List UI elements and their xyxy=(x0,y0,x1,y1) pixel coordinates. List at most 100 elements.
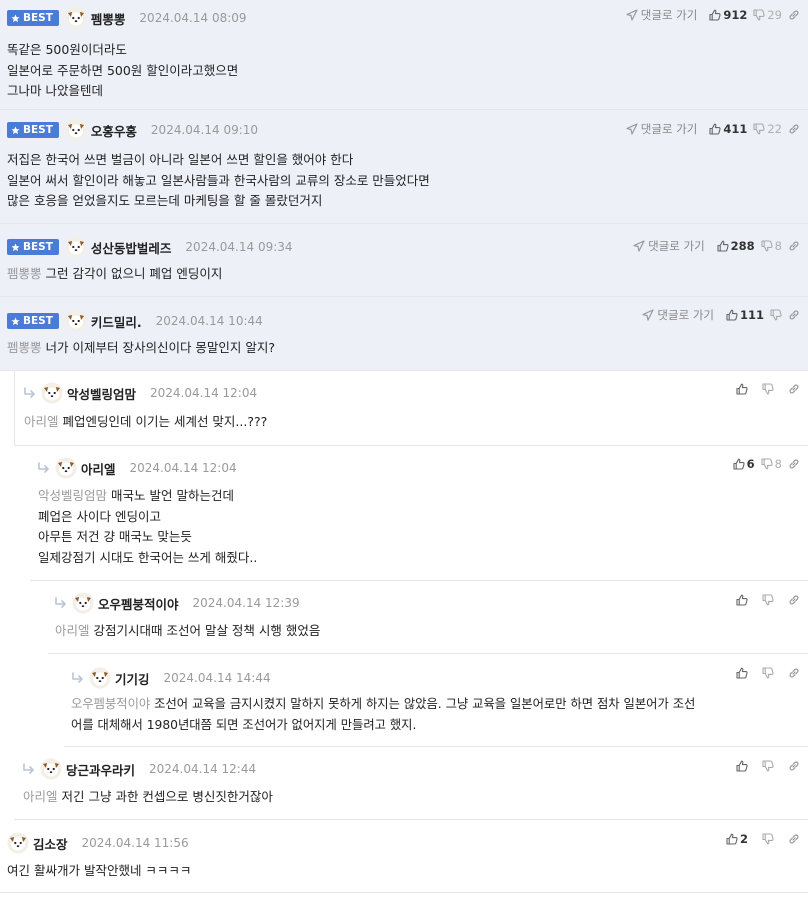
comment-date: 2024.04.14 09:34 xyxy=(185,240,293,254)
mention-tag[interactable]: 오우펨붕적이야 xyxy=(71,697,150,711)
comment-best-2: BEST 오홍우홍 2024.04.14 09:10 댓글로 가기 411 22… xyxy=(0,110,808,224)
mention-tag[interactable]: 펨뽕뽕 xyxy=(7,340,42,355)
comment-line: 저집은 한국어 쓰면 벌금이 아니라 일본어 쓰면 할인을 했어야 한다 xyxy=(7,152,354,167)
comment-actions: 6 8 xyxy=(733,449,800,479)
mention-tag[interactable]: 악성벨링엄맘 xyxy=(38,488,107,503)
link-button[interactable] xyxy=(788,240,800,252)
dog-avatar-icon[interactable] xyxy=(55,457,77,479)
nickname[interactable]: 당근과우라키 xyxy=(66,760,135,779)
comment-line: 그나마 나았을텐데 xyxy=(7,83,103,98)
like-button[interactable] xyxy=(736,667,748,679)
thumb-down-icon xyxy=(762,383,774,395)
reply-comment: 기기깅 2024.04.14 14:44 오우펨붕적이야 조선어 교육을 금지시… xyxy=(64,654,808,747)
nickname[interactable]: 김소장 xyxy=(33,834,68,853)
thumb-down-icon xyxy=(762,760,774,772)
go-to-reply-link[interactable]: 댓글로 가기 xyxy=(626,7,697,23)
nickname[interactable]: 악성벨링엄맘 xyxy=(67,384,136,403)
dislike-button[interactable] xyxy=(762,594,774,606)
link-button[interactable] xyxy=(788,383,800,395)
dislike-button[interactable]: 22 xyxy=(753,122,782,136)
thumb-up-icon xyxy=(709,123,721,135)
mention-tag[interactable]: 아리엘 xyxy=(24,414,59,429)
link-button[interactable] xyxy=(788,9,800,21)
mention-tag[interactable]: 아리엘 xyxy=(55,623,90,638)
link-button[interactable] xyxy=(788,760,800,772)
nickname[interactable]: 펨뽕뽕 xyxy=(91,9,126,28)
like-button[interactable] xyxy=(736,383,748,395)
link-button[interactable] xyxy=(788,833,800,845)
thumb-up-icon xyxy=(733,458,745,470)
thumb-up-icon xyxy=(726,309,738,321)
like-button[interactable]: 912 xyxy=(709,8,747,22)
go-to-reply-link[interactable]: 댓글로 가기 xyxy=(626,121,697,137)
like-button[interactable]: 6 xyxy=(733,457,755,471)
comment-date: 2024.04.14 12:39 xyxy=(192,596,300,610)
reply-arrow-icon xyxy=(54,597,68,609)
dog-avatar-icon[interactable] xyxy=(40,758,62,780)
nickname[interactable]: 키드밀리. xyxy=(91,312,142,331)
comment-body: 펨뽕뽕 그런 감각이 없으니 폐업 엔딩이지 xyxy=(7,264,798,285)
thumb-up-icon xyxy=(736,383,748,395)
reply-comment: 악성벨링엄맘 2024.04.14 12:04 아리엘 폐업엔딩인데 이기는 세… xyxy=(14,371,808,446)
nickname[interactable]: 아리엘 xyxy=(81,459,116,478)
comment-body: 오우펨붕적이야 조선어 교육을 금지시켰지 말하지 못하게 하지는 않았음. 그… xyxy=(71,694,798,736)
comment-text: 여긴 활싸개가 발작안했네 ㅋㅋㅋㅋ xyxy=(7,863,192,878)
dislike-button[interactable]: 8 xyxy=(761,457,782,471)
paper-plane-icon xyxy=(626,123,638,135)
link-button[interactable] xyxy=(788,309,800,321)
comment-text: 저긴 그냥 과한 컨셉으로 병신짓한거잖아 xyxy=(61,789,273,804)
dog-avatar-icon[interactable] xyxy=(72,592,94,614)
go-to-reply-link[interactable]: 댓글로 가기 xyxy=(633,238,705,254)
comment-date: 2024.04.14 10:44 xyxy=(155,314,263,328)
comment-body: 아리엘 저긴 그냥 과한 컨셉으로 병신짓한거잖아 xyxy=(23,787,798,808)
comment-body: 악성벨링엄맘 매국노 발언 말하는건데 폐업은 사이다 엔딩이고 아무튼 저건 … xyxy=(38,486,798,568)
dislike-button[interactable] xyxy=(762,667,774,679)
thumb-down-icon xyxy=(761,240,773,252)
dislike-button[interactable] xyxy=(762,383,774,395)
comment-text: 너가 이제부터 장사의신이다 몽말인지 알지? xyxy=(45,340,276,355)
like-button[interactable]: 288 xyxy=(717,239,755,253)
dog-avatar-icon[interactable] xyxy=(41,382,63,404)
like-button[interactable] xyxy=(736,760,748,772)
dislike-button[interactable]: 29 xyxy=(753,8,782,22)
nickname[interactable]: 기기깅 xyxy=(115,669,150,688)
thumb-up-icon xyxy=(736,594,748,606)
comment-best-3: BEST 성산동밥벌레즈 2024.04.14 09:34 댓글로 가기 288… xyxy=(0,224,808,297)
comment-line: 일본어 써서 할인이라 해놓고 일본사람들과 한국사람의 교류의 장소로 만들었… xyxy=(7,172,430,188)
dog-avatar-icon[interactable] xyxy=(65,119,87,141)
like-button[interactable]: 111 xyxy=(726,308,764,322)
like-button[interactable] xyxy=(736,594,748,606)
comment-date: 2024.04.14 09:10 xyxy=(150,123,259,137)
thumb-up-icon xyxy=(736,760,748,772)
star-icon xyxy=(11,126,20,135)
dislike-button[interactable] xyxy=(770,309,782,321)
like-button[interactable]: 411 xyxy=(709,122,747,136)
comment-body: 아리엘 폐업엔딩인데 이기는 세계선 맞지...??? xyxy=(24,412,798,433)
nickname[interactable]: 오우펨붕적이야 xyxy=(98,594,179,613)
like-button[interactable]: 2 xyxy=(726,832,748,846)
dislike-button[interactable]: 8 xyxy=(761,239,782,253)
dog-avatar-icon[interactable] xyxy=(89,667,111,689)
link-button[interactable] xyxy=(788,594,800,606)
nickname[interactable]: 오홍우홍 xyxy=(91,121,137,140)
thumb-down-icon xyxy=(762,594,774,606)
comment: 김소장 2024.04.14 11:56 2 여긴 활싸개가 발작안했네 ㅋㅋㅋ… xyxy=(0,820,808,893)
dog-avatar-icon[interactable] xyxy=(65,236,87,258)
link-icon xyxy=(788,760,800,772)
go-to-reply-link[interactable]: 댓글로 가기 xyxy=(642,307,714,323)
thumb-down-icon xyxy=(762,667,774,679)
mention-tag[interactable]: 아리엘 xyxy=(23,789,58,804)
comment-line: 많은 호응을 얻었을지도 모르는데 마케팅을 할 줄 몰랐던거지 xyxy=(7,193,323,208)
dog-avatar-icon[interactable] xyxy=(65,310,87,332)
mention-tag[interactable]: 펨뽕뽕 xyxy=(7,266,42,281)
nickname[interactable]: 성산동밥벌레즈 xyxy=(91,238,172,257)
comment-best-4: BEST 키드밀리. 2024.04.14 10:44 댓글로 가기 111 펨… xyxy=(0,297,808,371)
link-button[interactable] xyxy=(788,667,800,679)
dog-avatar-icon[interactable] xyxy=(7,832,29,854)
comment-actions xyxy=(736,585,800,615)
dislike-button[interactable] xyxy=(762,833,774,845)
link-button[interactable] xyxy=(788,458,800,470)
dog-avatar-icon[interactable] xyxy=(65,7,87,29)
link-button[interactable] xyxy=(788,123,800,135)
dislike-button[interactable] xyxy=(762,760,774,772)
